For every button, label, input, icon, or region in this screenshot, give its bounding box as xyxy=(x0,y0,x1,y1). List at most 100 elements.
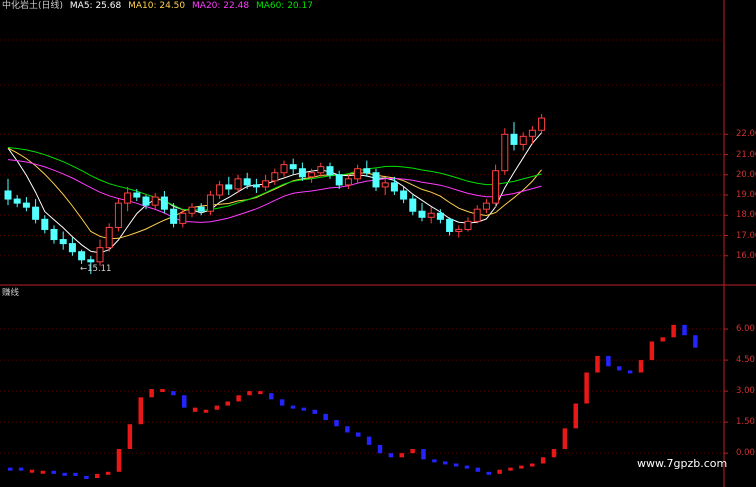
candlestick-series xyxy=(4,114,546,274)
candle-body xyxy=(170,208,178,224)
indicator-bar xyxy=(638,360,644,373)
indicator-bar xyxy=(258,391,263,395)
candle-body xyxy=(326,166,334,176)
indicator-bar xyxy=(421,449,426,460)
indicator-bar xyxy=(105,471,111,475)
indicator-bar xyxy=(290,405,296,409)
candle-body xyxy=(344,178,352,186)
candle-body xyxy=(280,164,288,174)
candle-body xyxy=(427,212,435,218)
candle-body xyxy=(409,198,417,212)
candle-body xyxy=(68,243,76,253)
candle-body xyxy=(528,129,536,137)
indicator-bar xyxy=(171,391,176,396)
indicator-bar xyxy=(573,403,578,429)
indicator-bar xyxy=(562,428,568,450)
indicator-bar xyxy=(497,469,502,474)
candle-body xyxy=(197,206,205,212)
candle-body xyxy=(105,226,113,249)
indicator-series xyxy=(8,324,698,479)
indicator-bar xyxy=(443,461,448,465)
indicator-bar xyxy=(192,407,198,412)
indicator-bar xyxy=(8,467,13,471)
candle-body xyxy=(59,239,67,245)
indicator-tick-label: 4.50 xyxy=(736,355,755,366)
indicator-bar xyxy=(356,432,361,437)
price-tick-label: 21.00 xyxy=(736,149,756,160)
candle-body xyxy=(78,251,86,261)
price-tick-label: 18.00 xyxy=(736,210,756,221)
indicator-tick-label: 6.00 xyxy=(736,324,755,335)
indicator-bar xyxy=(486,471,491,475)
candle-body xyxy=(519,135,527,145)
candle-body xyxy=(482,202,490,210)
indicator-bar xyxy=(649,341,655,361)
candle-body xyxy=(381,182,389,188)
indicator-bar xyxy=(627,370,633,374)
indicator-bar xyxy=(312,409,317,414)
indicator-bar xyxy=(334,420,339,427)
indicator-bar xyxy=(73,472,78,476)
indicator-bar xyxy=(323,413,328,421)
indicator-bar xyxy=(29,469,35,473)
candle-body xyxy=(455,228,463,232)
ma10-label: MA10: 24.50 xyxy=(128,1,186,11)
candle-body xyxy=(446,218,454,232)
indicator-bar xyxy=(301,407,307,411)
indicator-bar xyxy=(519,465,524,469)
indicator-bar xyxy=(214,405,220,410)
candle-body xyxy=(225,184,233,190)
stock-title: 中化岩土(日线) xyxy=(2,1,64,11)
price-tick-label: 16.00 xyxy=(736,250,756,261)
indicator-bar xyxy=(40,470,46,474)
stock-chart[interactable] xyxy=(0,0,756,487)
indicator-bar xyxy=(508,467,513,471)
indicator-bar xyxy=(410,449,415,454)
indicator-bar xyxy=(671,324,676,338)
ma60-label: MA60: 20.17 xyxy=(255,1,313,11)
candle-body xyxy=(298,168,306,178)
candle-body xyxy=(133,192,141,198)
watermark: www.7gpzb.com xyxy=(637,457,728,470)
candle-body xyxy=(41,218,49,230)
candle-body xyxy=(317,166,325,174)
price-tick-label: 22.00 xyxy=(736,129,756,140)
candle-body xyxy=(464,220,472,230)
price-tick-label: 17.00 xyxy=(736,230,756,241)
indicator-bar xyxy=(432,459,437,463)
indicator-tick-label: 0.00 xyxy=(736,448,755,459)
candle-body xyxy=(400,190,408,200)
candle-body xyxy=(124,192,132,204)
candle-body xyxy=(22,202,30,208)
price-tick-label: 20.00 xyxy=(736,169,756,180)
candle-body xyxy=(372,172,380,188)
indicator-bar xyxy=(127,424,133,450)
indicator-bar xyxy=(236,395,241,402)
chart-grid xyxy=(0,0,756,487)
candle-body xyxy=(501,133,509,172)
moving-average-lines xyxy=(7,132,542,254)
candle-body xyxy=(436,212,444,220)
indicator-tick-label: 3.00 xyxy=(736,386,755,397)
indicator-bar xyxy=(617,366,622,371)
indicator-bar xyxy=(377,444,383,454)
candle-body xyxy=(13,198,21,204)
indicator-bar xyxy=(595,355,600,373)
indicator-bar xyxy=(247,391,252,396)
ma20-label: MA20: 22.48 xyxy=(192,1,250,11)
indicator-bar xyxy=(399,453,404,458)
indicator-bar xyxy=(62,472,67,476)
candle-body xyxy=(492,170,500,204)
indicator-bar xyxy=(149,389,154,398)
candle-body xyxy=(271,172,279,182)
indicator-bar xyxy=(366,436,372,445)
indicator-bar xyxy=(138,397,143,425)
candle-body xyxy=(510,133,518,145)
ma5-line xyxy=(7,132,542,254)
indicator-bar xyxy=(279,399,285,406)
indicator-bar xyxy=(540,457,546,464)
candle-body xyxy=(252,184,260,188)
candle-body xyxy=(363,168,371,174)
candle-body xyxy=(160,196,168,210)
indicator-bar xyxy=(203,409,209,413)
